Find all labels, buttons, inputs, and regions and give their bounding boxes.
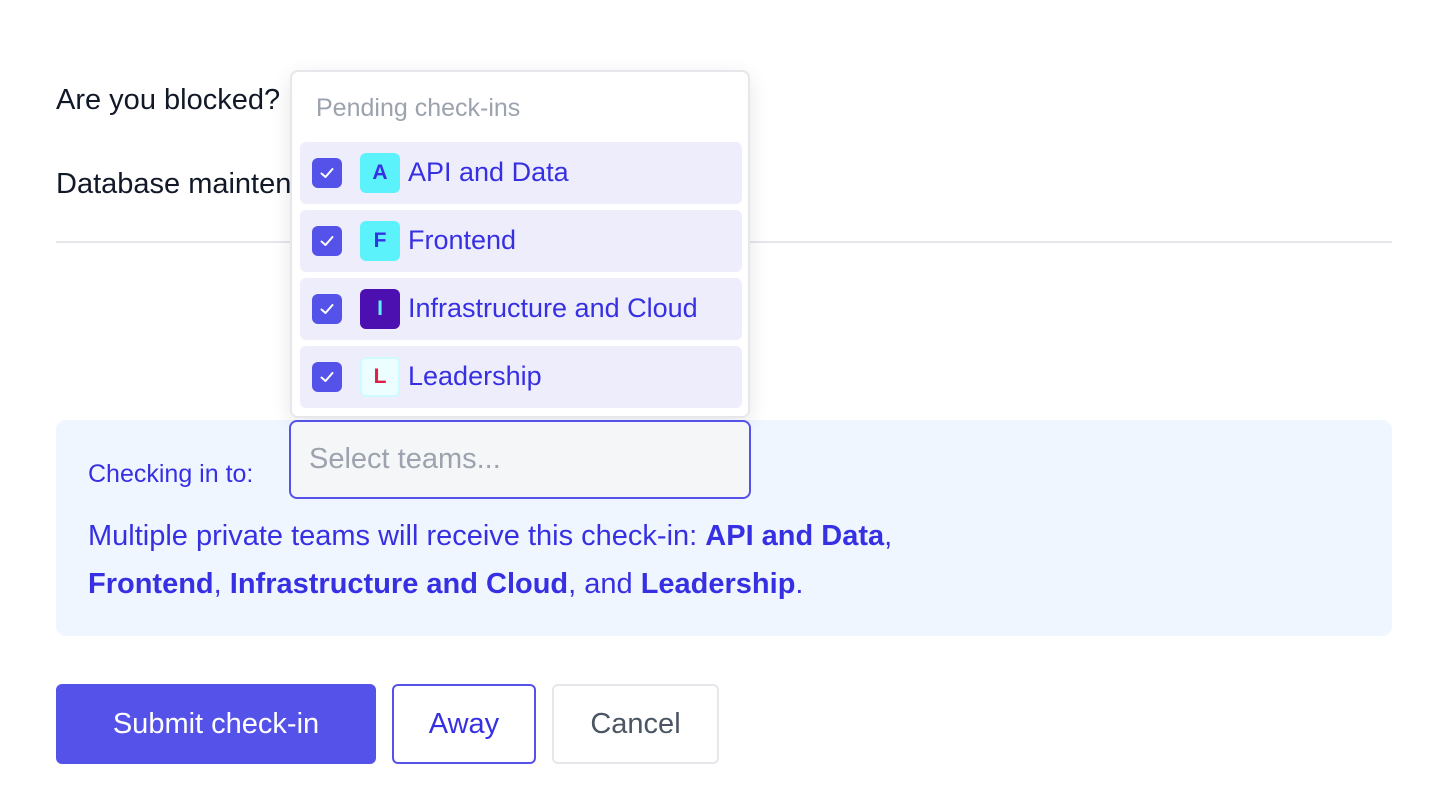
- team-option-label: Leadership: [408, 361, 542, 391]
- team-dropdown: Pending check-ins A API and Data F Front…: [290, 70, 750, 418]
- checkbox-checked[interactable]: [312, 158, 342, 188]
- summary-team-3: Infrastructure and Cloud: [229, 568, 569, 600]
- team-option-label: Infrastructure and Cloud: [408, 293, 698, 323]
- team-option-label: Frontend: [408, 225, 517, 255]
- checkbox-checked[interactable]: [312, 226, 342, 256]
- summary-separator: , and: [568, 568, 641, 600]
- checking-in-label: Checking in to:: [88, 460, 254, 488]
- away-button[interactable]: Away: [392, 684, 536, 764]
- checkmark-icon: [320, 372, 334, 382]
- team-option-leadership[interactable]: L Leadership: [300, 346, 742, 408]
- team-avatar: A: [360, 153, 400, 193]
- summary-team-1: API and Data: [705, 520, 885, 552]
- dropdown-header: Pending check-ins: [316, 94, 521, 122]
- checkbox-checked[interactable]: [312, 294, 342, 324]
- team-avatar: L: [360, 357, 400, 397]
- team-search-input[interactable]: [289, 420, 751, 499]
- team-avatar: I: [360, 289, 400, 329]
- team-option-label: API and Data: [408, 157, 569, 187]
- submit-check-in-button[interactable]: Submit check-in: [56, 684, 376, 764]
- checkmark-icon: [320, 168, 334, 178]
- checkmark-icon: [320, 236, 334, 246]
- recipients-summary: Multiple private teams will receive this…: [88, 512, 988, 608]
- team-option-infrastructure-and-cloud[interactable]: I Infrastructure and Cloud: [300, 278, 742, 340]
- team-option-frontend[interactable]: F Frontend: [300, 210, 742, 272]
- summary-prefix: Multiple private teams will receive this…: [88, 520, 706, 552]
- summary-team-4: Leadership: [640, 568, 796, 600]
- team-avatar: F: [360, 221, 400, 261]
- team-option-api-and-data[interactable]: A API and Data: [300, 142, 742, 204]
- checkmark-icon: [320, 304, 334, 314]
- cancel-button[interactable]: Cancel: [552, 684, 719, 764]
- summary-separator: ,: [213, 568, 230, 600]
- summary-suffix: .: [795, 568, 804, 600]
- summary-team-2: Frontend: [88, 568, 214, 600]
- blocked-question: Are you blocked?: [56, 84, 281, 116]
- checkbox-checked[interactable]: [312, 362, 342, 392]
- summary-separator: ,: [884, 520, 893, 552]
